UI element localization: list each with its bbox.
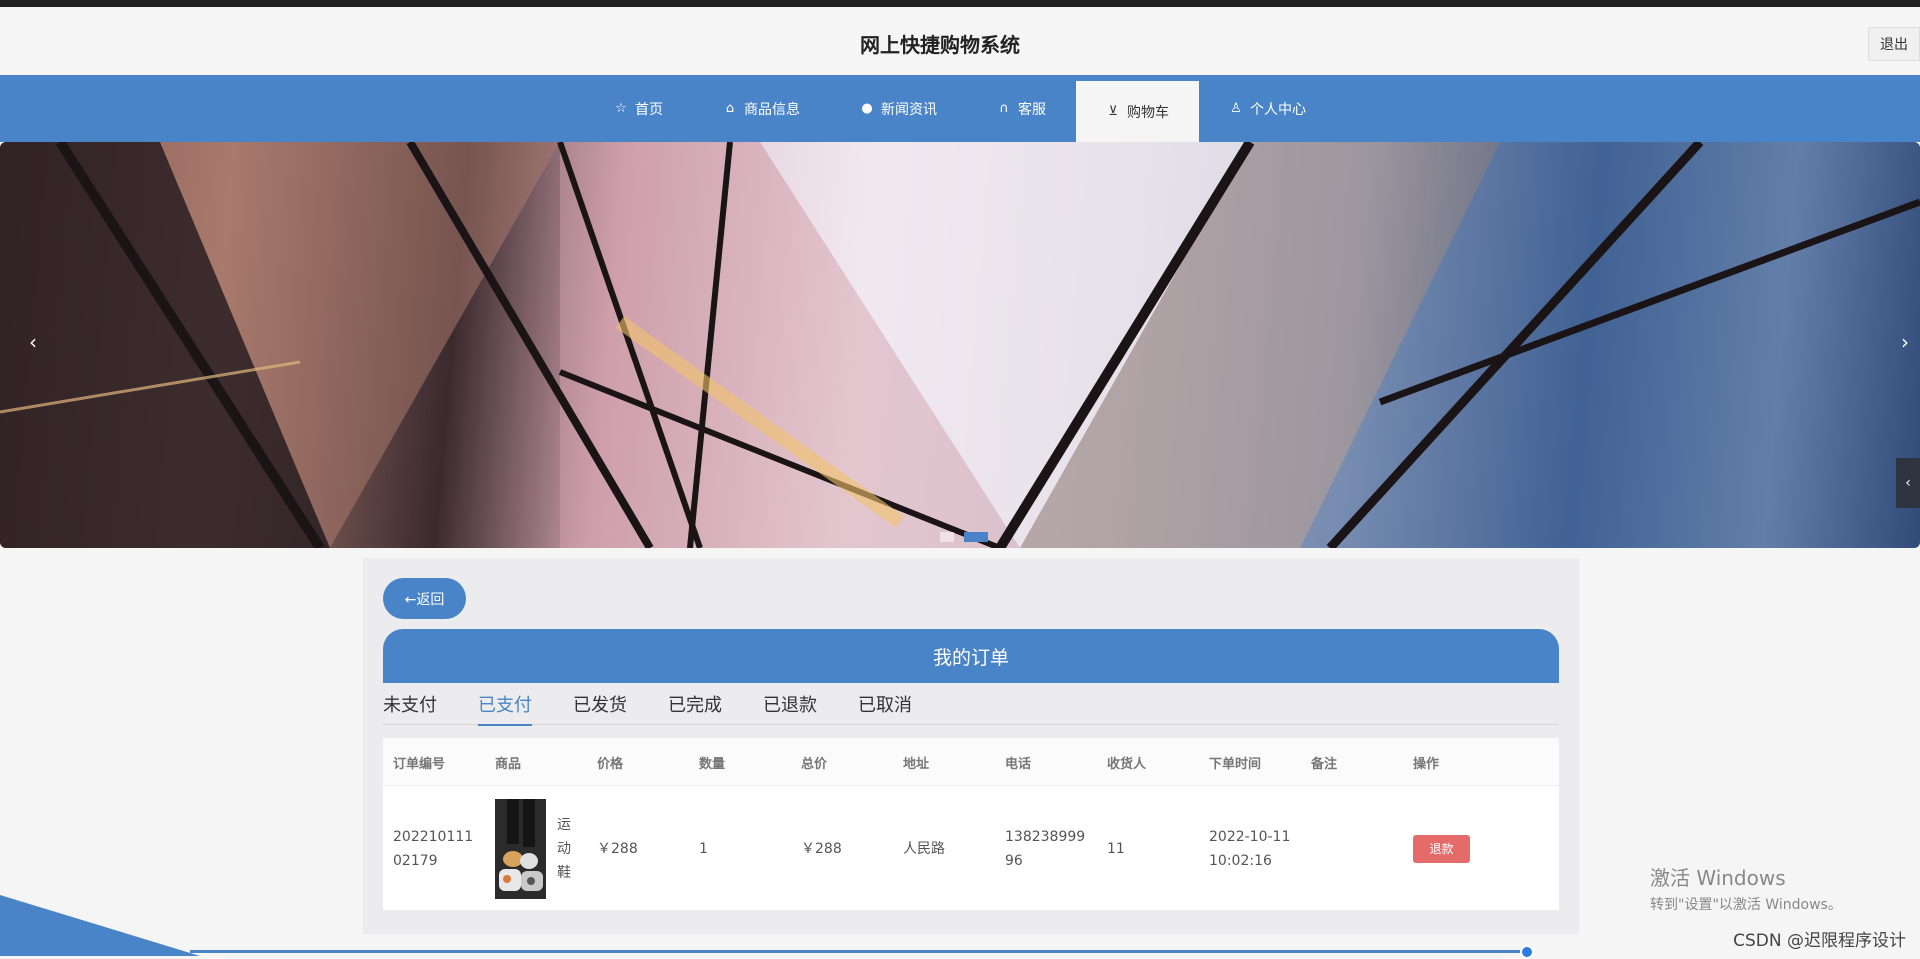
logout-button[interactable]: 退出 <box>1868 27 1920 61</box>
order-date: 2022-10-11 <box>1209 828 1291 845</box>
tab-refunded[interactable]: 已退款 <box>763 683 817 725</box>
tab-shipped[interactable]: 已发货 <box>573 683 627 725</box>
nav-item-label: 客服 <box>1018 101 1046 118</box>
orders-table: 订单编号 商品 价格 数量 总价 地址 电话 收货人 下单时间 备注 操作 20… <box>383 738 1559 910</box>
product-name[interactable]: 运动鞋 <box>557 813 577 885</box>
banner-image <box>0 142 1920 548</box>
tab-completed[interactable]: 已完成 <box>668 683 722 725</box>
site-title: 网上快捷购物系统 <box>860 33 1020 57</box>
user-icon: ♙ <box>1230 101 1242 116</box>
nav-item-label: 新闻资讯 <box>881 101 937 118</box>
nav-item-service[interactable]: ∩ 客服 <box>967 75 1076 142</box>
tab-paid[interactable]: 已支付 <box>478 683 532 726</box>
col-receiver: 收货人 <box>1107 756 1147 772</box>
activation-title: 激活 Windows <box>1650 866 1786 890</box>
carousel-indicators <box>940 532 988 542</box>
nav-item-news[interactable]: ● 新闻资讯 <box>830 75 967 142</box>
cell-product: 运动鞋 <box>495 787 577 910</box>
table-row: 202210111 02179 运动鞋 ￥288 1 ￥288 人民路 1382… <box>383 787 1559 910</box>
table-header: 订单编号 商品 价格 数量 总价 地址 电话 收货人 下单时间 备注 操作 <box>383 738 1559 786</box>
carousel-dot-active[interactable] <box>964 532 988 542</box>
order-no-line-2: 02179 <box>393 852 438 869</box>
decorative-wedge <box>0 895 200 956</box>
carousel-next-button[interactable]: › <box>1890 322 1920 362</box>
cell-price: ￥288 <box>597 840 638 857</box>
product-thumbnail[interactable] <box>495 798 546 899</box>
bag-icon: ⌂ <box>725 101 735 116</box>
cell-address: 人民路 <box>903 840 945 857</box>
nav-item-label: 个人中心 <box>1250 101 1306 118</box>
headset-icon: ∩ <box>999 101 1009 116</box>
tab-cancelled[interactable]: 已取消 <box>858 683 912 725</box>
activation-subtitle: 转到"设置"以激活 Windows。 <box>1650 897 1842 913</box>
col-note: 备注 <box>1311 756 1338 772</box>
star-icon: ☆ <box>615 101 627 116</box>
info-icon: ● <box>861 101 873 116</box>
carousel-dot[interactable] <box>940 532 954 542</box>
csdn-watermark: CSDN @迟限程序设计 <box>1733 931 1906 951</box>
nav-item-label: 购物车 <box>1127 104 1169 121</box>
col-product: 商品 <box>495 756 522 772</box>
nav-item-cart[interactable]: ⊻ 购物车 <box>1076 81 1199 142</box>
cell-order-no: 202210111 02179 <box>393 787 473 910</box>
nav-item-profile[interactable]: ♙ 个人中心 <box>1199 75 1336 142</box>
back-button[interactable]: ←返回 <box>383 578 466 619</box>
side-drawer-toggle[interactable]: ‹ <box>1896 458 1920 508</box>
nav-item-label: 商品信息 <box>744 101 800 118</box>
cell-total: ￥288 <box>801 840 842 857</box>
refund-button[interactable]: 退款 <box>1413 834 1470 863</box>
phone-line-2: 96 <box>1005 852 1023 869</box>
orders-title: 我的订单 <box>383 629 1559 683</box>
col-action: 操作 <box>1413 756 1440 772</box>
site-header: 网上快捷购物系统 退出 <box>0 7 1920 75</box>
nav-item-products[interactable]: ⌂ 商品信息 <box>693 75 830 142</box>
order-clock: 10:02:16 <box>1209 852 1272 869</box>
main-nav: ☆ 首页 ⌂ 商品信息 ● 新闻资讯 ∩ 客服 ⊻ 购物车 ♙ 个人中心 <box>0 75 1920 142</box>
cell-order-time: 2022-10-11 10:02:16 <box>1209 787 1290 910</box>
windows-activation-watermark: 激活 Windows 转到"设置"以激活 Windows。 <box>1650 862 1842 914</box>
col-order-no: 订单编号 <box>393 756 446 772</box>
nav-item-home[interactable]: ☆ 首页 <box>584 75 693 142</box>
tab-unpaid[interactable]: 未支付 <box>383 683 437 725</box>
col-total: 总价 <box>801 756 828 772</box>
window-top-border <box>0 0 1920 7</box>
cart-icon: ⊻ <box>1108 104 1118 119</box>
banner-carousel: ‹ › <box>0 142 1920 548</box>
col-address: 地址 <box>903 756 930 772</box>
cell-receiver: 11 <box>1107 840 1125 857</box>
bottom-scroll-knob[interactable] <box>1520 945 1534 959</box>
order-no-line-1: 202210111 <box>393 828 474 845</box>
col-phone: 电话 <box>1005 756 1032 772</box>
order-status-tabs: 未支付 已支付 已发货 已完成 已退款 已取消 <box>383 683 1559 726</box>
col-qty: 数量 <box>699 756 726 772</box>
nav-item-label: 首页 <box>635 101 663 118</box>
carousel-prev-button[interactable]: ‹ <box>18 322 48 362</box>
phone-line-1: 138238999 <box>1005 828 1086 845</box>
cell-phone: 138238999 96 <box>1005 787 1085 910</box>
col-order-time: 下单时间 <box>1209 756 1262 772</box>
bottom-scroll-track <box>190 950 1530 953</box>
col-price: 价格 <box>597 756 624 772</box>
cell-action: 退款 <box>1413 787 1470 910</box>
cell-qty: 1 <box>699 840 708 857</box>
orders-panel: ←返回 我的订单 未支付 已支付 已发货 已完成 已退款 已取消 订单编号 商品… <box>363 558 1579 934</box>
